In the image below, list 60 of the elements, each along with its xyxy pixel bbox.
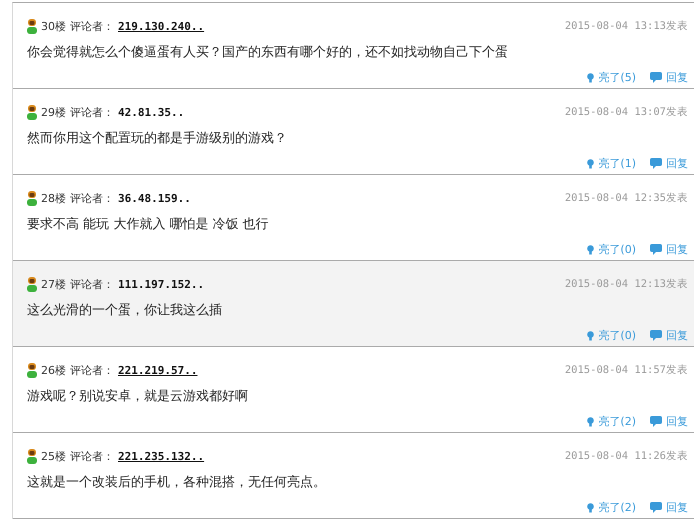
- reviewer-ip-link[interactable]: 221.235.132..: [118, 450, 204, 462]
- reviewer-ip: 42.81.35..: [118, 106, 184, 118]
- comment-text: 这么光滑的一个蛋，你让我这么插: [27, 302, 223, 319]
- speech-bubble-icon: [650, 244, 662, 255]
- reviewer-label: 评论者：: [70, 448, 114, 464]
- lightbulb-icon: [587, 416, 594, 426]
- user-icon: [27, 362, 37, 378]
- like-link[interactable]: 亮了(5): [587, 70, 636, 85]
- like-link[interactable]: 亮了(2): [587, 414, 636, 429]
- lightbulb-icon: [587, 330, 594, 340]
- speech-bubble-icon: [650, 72, 662, 83]
- user-icon: [27, 104, 37, 120]
- reviewer-ip: 111.197.152..: [118, 278, 204, 290]
- reviewer-label: 评论者：: [70, 276, 114, 292]
- lightbulb-icon: [587, 72, 594, 82]
- reviewer-ip-link[interactable]: 219.130.240..: [118, 20, 204, 32]
- reviewer-label: 评论者：: [70, 190, 114, 206]
- speech-bubble-icon: [650, 416, 662, 427]
- floor-number: 25楼: [41, 448, 66, 464]
- comment-text: 你会觉得就怎么个傻逼蛋有人买？国产的东西有哪个好的，还不如找动物自己下个蛋: [27, 44, 509, 61]
- lightbulb-icon: [587, 244, 594, 254]
- reviewer-ip-link[interactable]: 221.219.57..: [118, 364, 198, 376]
- user-icon: [27, 190, 37, 206]
- comment-text: 要求不高 能玩 大作就入 哪怕是 冷饭 也行: [27, 216, 270, 233]
- user-icon: [27, 448, 37, 464]
- reply-link[interactable]: 回复: [650, 414, 688, 429]
- post-time: 2015-08-04 11:57发表: [564, 363, 688, 377]
- speech-bubble-icon: [650, 330, 662, 341]
- like-link[interactable]: 亮了(1): [587, 156, 636, 171]
- floor-number: 28楼: [41, 190, 66, 206]
- speech-bubble-icon: [650, 158, 662, 169]
- reply-link[interactable]: 回复: [650, 242, 688, 257]
- lightbulb-icon: [587, 158, 594, 168]
- floor-number: 26楼: [41, 362, 66, 378]
- like-link[interactable]: 亮了(0): [587, 328, 636, 343]
- comment-text: 游戏呢？别说安卓，就是云游戏都好啊: [27, 388, 249, 405]
- comment-text: 这就是一个改装后的手机，各种混搭，无任何亮点。: [27, 474, 327, 491]
- post-time: 2015-08-04 11:26发表: [564, 449, 688, 463]
- comment-text: 然而你用这个配置玩的都是手游级别的游戏？: [27, 130, 288, 147]
- floor-number: 29楼: [41, 104, 66, 120]
- speech-bubble-icon: [650, 502, 662, 513]
- reply-link[interactable]: 回复: [650, 500, 688, 515]
- reply-link[interactable]: 回复: [650, 156, 688, 171]
- like-link[interactable]: 亮了(0): [587, 242, 636, 257]
- reply-link[interactable]: 回复: [650, 328, 688, 343]
- post-time: 2015-08-04 12:13发表: [564, 277, 688, 291]
- post-time: 2015-08-04 13:13发表: [564, 19, 688, 33]
- reviewer-label: 评论者：: [70, 362, 114, 378]
- user-icon: [27, 18, 37, 34]
- floor-number: 30楼: [41, 18, 66, 34]
- post-time: 2015-08-04 12:35发表: [564, 191, 688, 205]
- post-time: 2015-08-04 13:07发表: [564, 105, 688, 119]
- floor-number: 27楼: [41, 276, 66, 292]
- like-link[interactable]: 亮了(2): [587, 500, 636, 515]
- reply-link[interactable]: 回复: [650, 70, 688, 85]
- lightbulb-icon: [587, 502, 594, 512]
- reviewer-label: 评论者：: [70, 18, 114, 34]
- reviewer-label: 评论者：: [70, 104, 114, 120]
- user-icon: [27, 276, 37, 292]
- reviewer-ip: 36.48.159..: [118, 192, 191, 204]
